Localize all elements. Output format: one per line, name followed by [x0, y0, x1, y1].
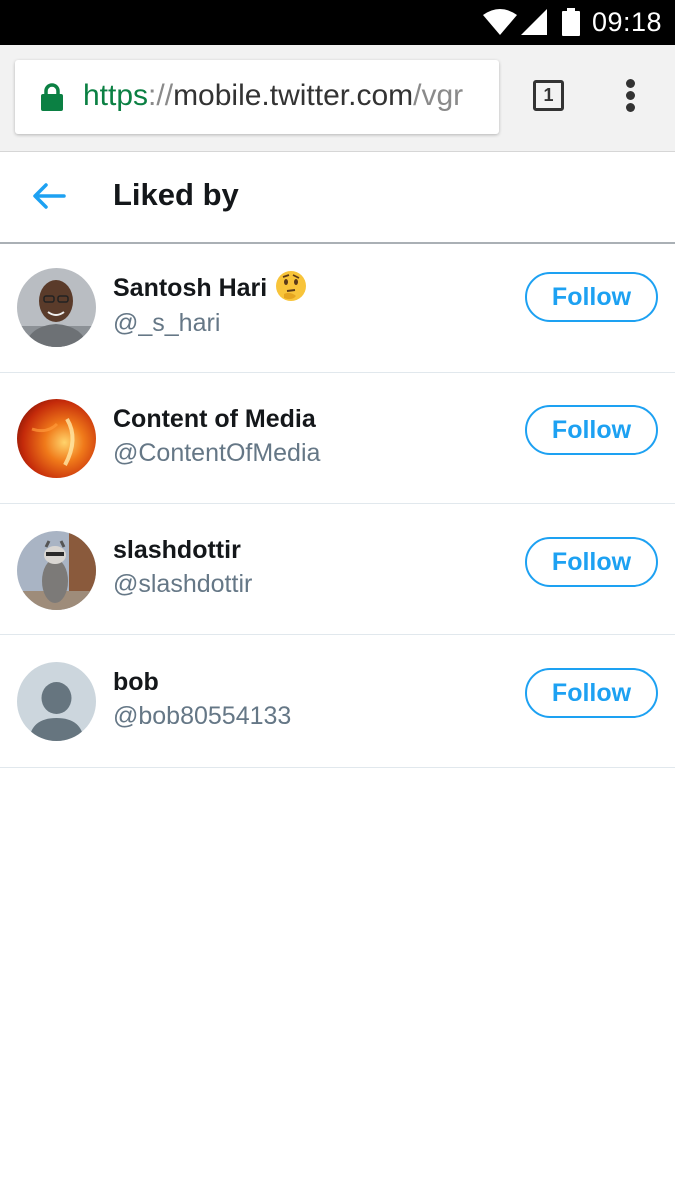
status-bar: 09:18 [0, 0, 675, 45]
user-name-text: Santosh Hari [113, 274, 268, 302]
thinking-face-emoji [276, 271, 307, 302]
tabs-icon[interactable]: 1 [533, 80, 564, 111]
url-separator: :// [148, 79, 174, 112]
list-item[interactable]: Content of Media @ContentOfMedia Follow [0, 373, 675, 504]
follow-button[interactable]: Follow [525, 537, 658, 587]
avatar-photo [17, 531, 96, 610]
url-text[interactable]: https://mobile.twitter.com/vgr [83, 79, 463, 113]
user-handle: @ContentOfMedia [113, 439, 321, 467]
overflow-menu-icon[interactable] [620, 79, 642, 113]
user-name[interactable]: Content of Media [113, 405, 316, 434]
avatar[interactable] [17, 662, 96, 741]
list-item[interactable]: Santosh Hari @_s_hari Follow [0, 244, 675, 373]
url-path: /vgr [413, 79, 464, 112]
follow-button[interactable]: Follow [525, 272, 658, 322]
menu-dot [626, 79, 635, 88]
browser-toolbar: https://mobile.twitter.com/vgr 1 [0, 45, 675, 152]
tab-count: 1 [543, 85, 554, 105]
wifi-icon [483, 9, 517, 35]
signal-icon [521, 9, 547, 35]
page-title: Liked by [113, 177, 239, 212]
follow-button[interactable]: Follow [525, 668, 658, 718]
user-name[interactable]: bob [113, 668, 159, 697]
avatar[interactable] [17, 268, 96, 347]
status-time: 09:18 [592, 7, 663, 37]
avatar-photo [17, 268, 96, 347]
avatar[interactable] [17, 531, 96, 610]
default-avatar-icon [17, 662, 96, 741]
url-host: mobile.twitter.com [173, 79, 414, 112]
lock-icon [41, 83, 63, 111]
avatar-photo [17, 399, 96, 478]
user-handle: @bob80554133 [113, 702, 292, 730]
user-handle: @_s_hari [113, 309, 221, 337]
url-scheme: https [83, 79, 149, 112]
list-item[interactable]: bob @bob80554133 Follow [0, 635, 675, 768]
avatar[interactable] [17, 399, 96, 478]
battery-icon [562, 8, 580, 36]
list-item[interactable]: slashdottir @slashdottir Follow [0, 504, 675, 635]
address-bar[interactable]: https://mobile.twitter.com/vgr [15, 60, 499, 134]
menu-dot [626, 91, 635, 100]
follow-button[interactable]: Follow [525, 405, 658, 455]
arrow-left-icon[interactable] [32, 182, 66, 210]
user-name[interactable]: slashdottir [113, 536, 241, 565]
user-name[interactable]: Santosh Hari [113, 271, 307, 303]
page-header: Liked by [0, 152, 675, 244]
menu-dot [626, 103, 635, 112]
user-handle: @slashdottir [113, 570, 253, 598]
